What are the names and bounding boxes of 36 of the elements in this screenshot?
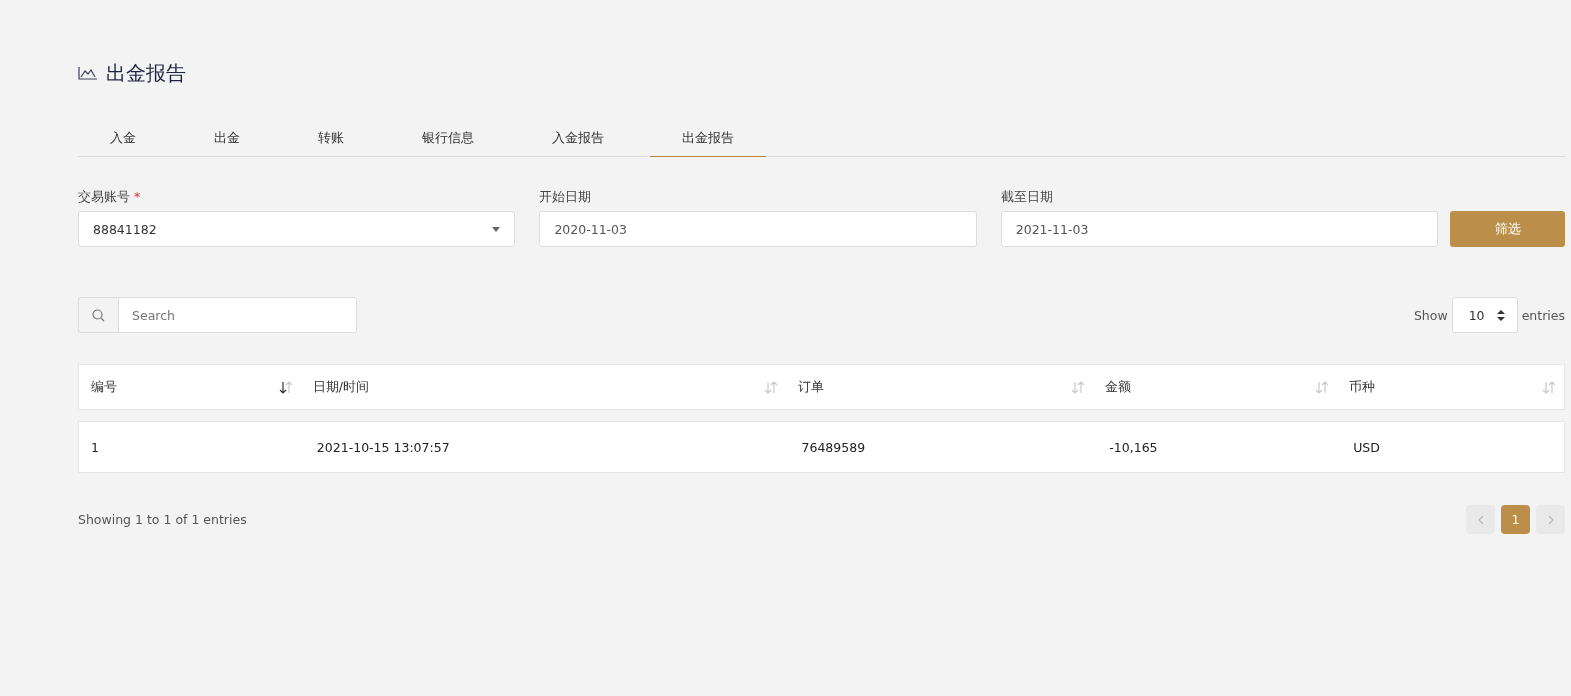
table-cell: 76489589 bbox=[801, 439, 866, 455]
column-header[interactable]: 编号 bbox=[91, 378, 117, 396]
sort-icon[interactable] bbox=[278, 380, 293, 394]
tab[interactable]: 入金 bbox=[78, 120, 168, 157]
field-label: 交易账号 bbox=[78, 189, 130, 206]
entries-info: Showing 1 to 1 of 1 entries bbox=[78, 512, 247, 527]
table-cell: USD bbox=[1353, 439, 1380, 455]
tab[interactable]: 出金报告 bbox=[650, 120, 766, 157]
field-label: 开始日期 bbox=[539, 189, 592, 206]
tab[interactable]: 入金报告 bbox=[520, 120, 636, 157]
chevron-left-icon bbox=[1477, 514, 1484, 525]
tab[interactable]: 出金 bbox=[182, 120, 272, 157]
account-select[interactable]: 88841182 bbox=[78, 211, 516, 247]
entries-label: entries bbox=[1521, 307, 1565, 323]
date-field[interactable]: 2021-11-03 bbox=[1000, 211, 1439, 247]
show-label: Show bbox=[1413, 307, 1448, 323]
required-mark: * bbox=[134, 189, 141, 206]
updown-icon bbox=[1496, 309, 1505, 321]
page-length-select[interactable]: 10 bbox=[1451, 297, 1518, 333]
column-header[interactable]: 订单 bbox=[797, 378, 824, 396]
chevron-right-icon bbox=[1547, 514, 1554, 525]
search-field[interactable]: Search bbox=[118, 297, 357, 333]
page-title: 出金报告 bbox=[106, 59, 186, 87]
table-cell: -10,165 bbox=[1109, 439, 1158, 455]
field-label: 截至日期 bbox=[1000, 189, 1053, 206]
column-header[interactable]: 日期/时间 bbox=[312, 378, 370, 396]
column-header[interactable]: 金额 bbox=[1105, 378, 1132, 396]
table-cell: 1 bbox=[91, 439, 99, 455]
table-cell: 2021-10-15 13:07:57 bbox=[316, 439, 450, 455]
search-icon bbox=[92, 308, 105, 322]
area-chart-icon bbox=[78, 66, 98, 80]
date-field[interactable]: 2020-11-03 bbox=[539, 211, 977, 247]
column-header[interactable]: 币种 bbox=[1349, 378, 1376, 396]
caret-icon bbox=[492, 226, 501, 232]
tab[interactable]: 转账 bbox=[286, 120, 376, 157]
tab[interactable]: 银行信息 bbox=[390, 120, 506, 157]
